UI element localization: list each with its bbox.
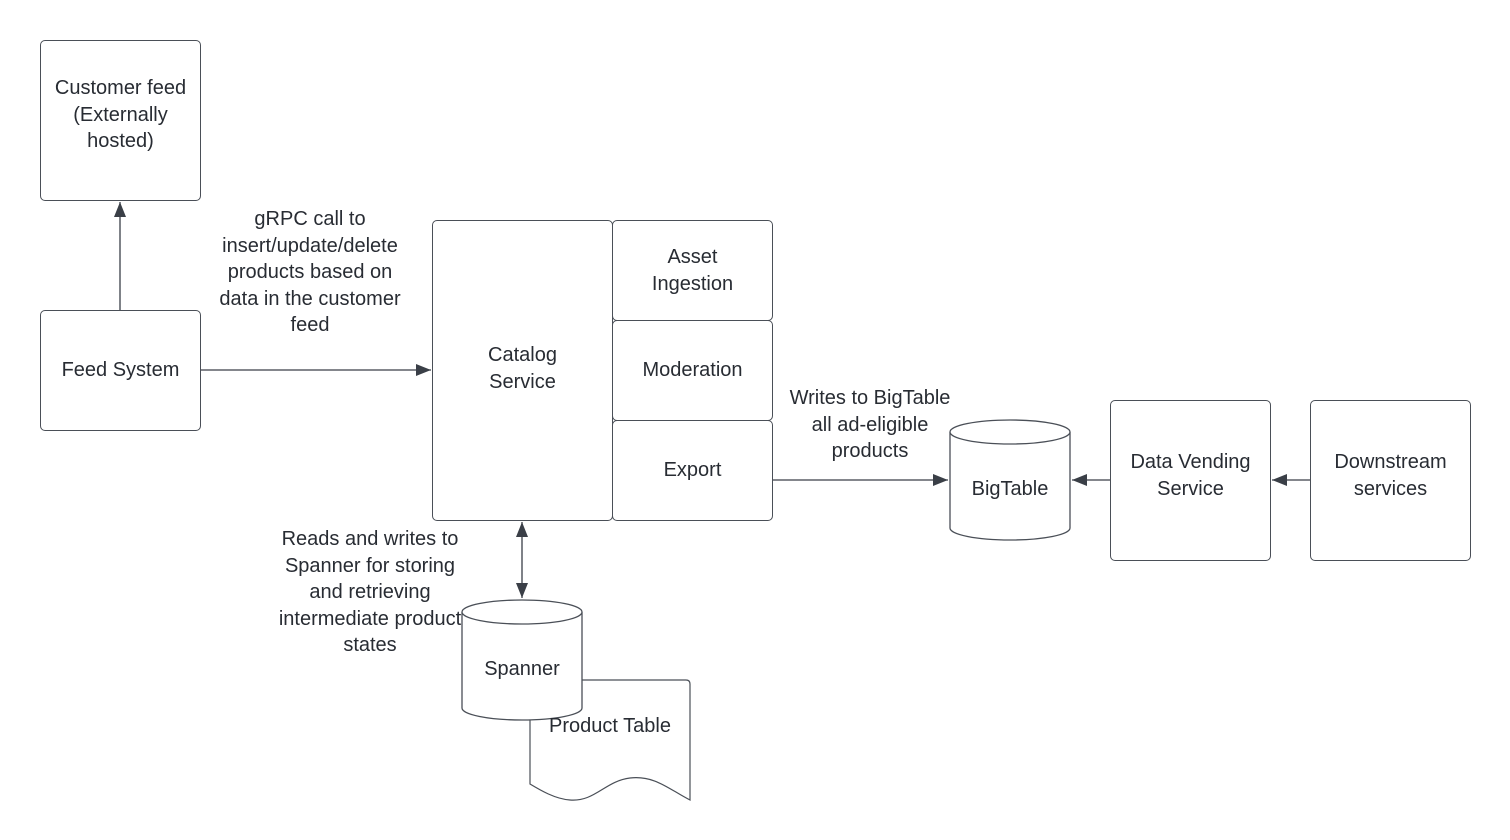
feed-system-node[interactable]: Feed System	[40, 310, 201, 431]
customer-feed-label: Customer feed (Externally hosted)	[54, 77, 187, 152]
bigtable-edge-label: Writes to BigTable all ad-eligible produ…	[789, 387, 951, 462]
downstream-services-node[interactable]: Downstream services	[1310, 400, 1471, 561]
moderation-label: Moderation	[642, 359, 743, 382]
customer-feed-node[interactable]: Customer feed (Externally hosted)	[40, 40, 201, 201]
moderation-node[interactable]: Moderation	[612, 320, 773, 421]
product-table-label: Product Table	[549, 715, 671, 737]
export-node[interactable]: Export	[612, 420, 773, 521]
asset-ingestion-node[interactable]: Asset Ingestion	[612, 220, 773, 321]
data-vending-service-label: Data Vending Service	[1130, 451, 1251, 500]
asset-ingestion-label: Asset Ingestion	[651, 246, 734, 295]
data-vending-service-node[interactable]: Data Vending Service	[1110, 400, 1271, 561]
downstream-services-label: Downstream services	[1334, 451, 1447, 500]
bigtable-label: BigTable	[971, 478, 1049, 500]
catalog-service-label: Catalog Service	[488, 344, 557, 393]
feed-system-label: Feed System	[61, 359, 180, 382]
spanner-label: Spanner	[484, 658, 560, 680]
export-label: Export	[663, 459, 722, 482]
spanner-edge-label: Reads and writes to Spanner for storing …	[278, 528, 462, 656]
grpc-edge-label: gRPC call to insert/update/delete produc…	[219, 208, 401, 336]
catalog-service-node[interactable]: Catalog Service	[432, 220, 613, 521]
